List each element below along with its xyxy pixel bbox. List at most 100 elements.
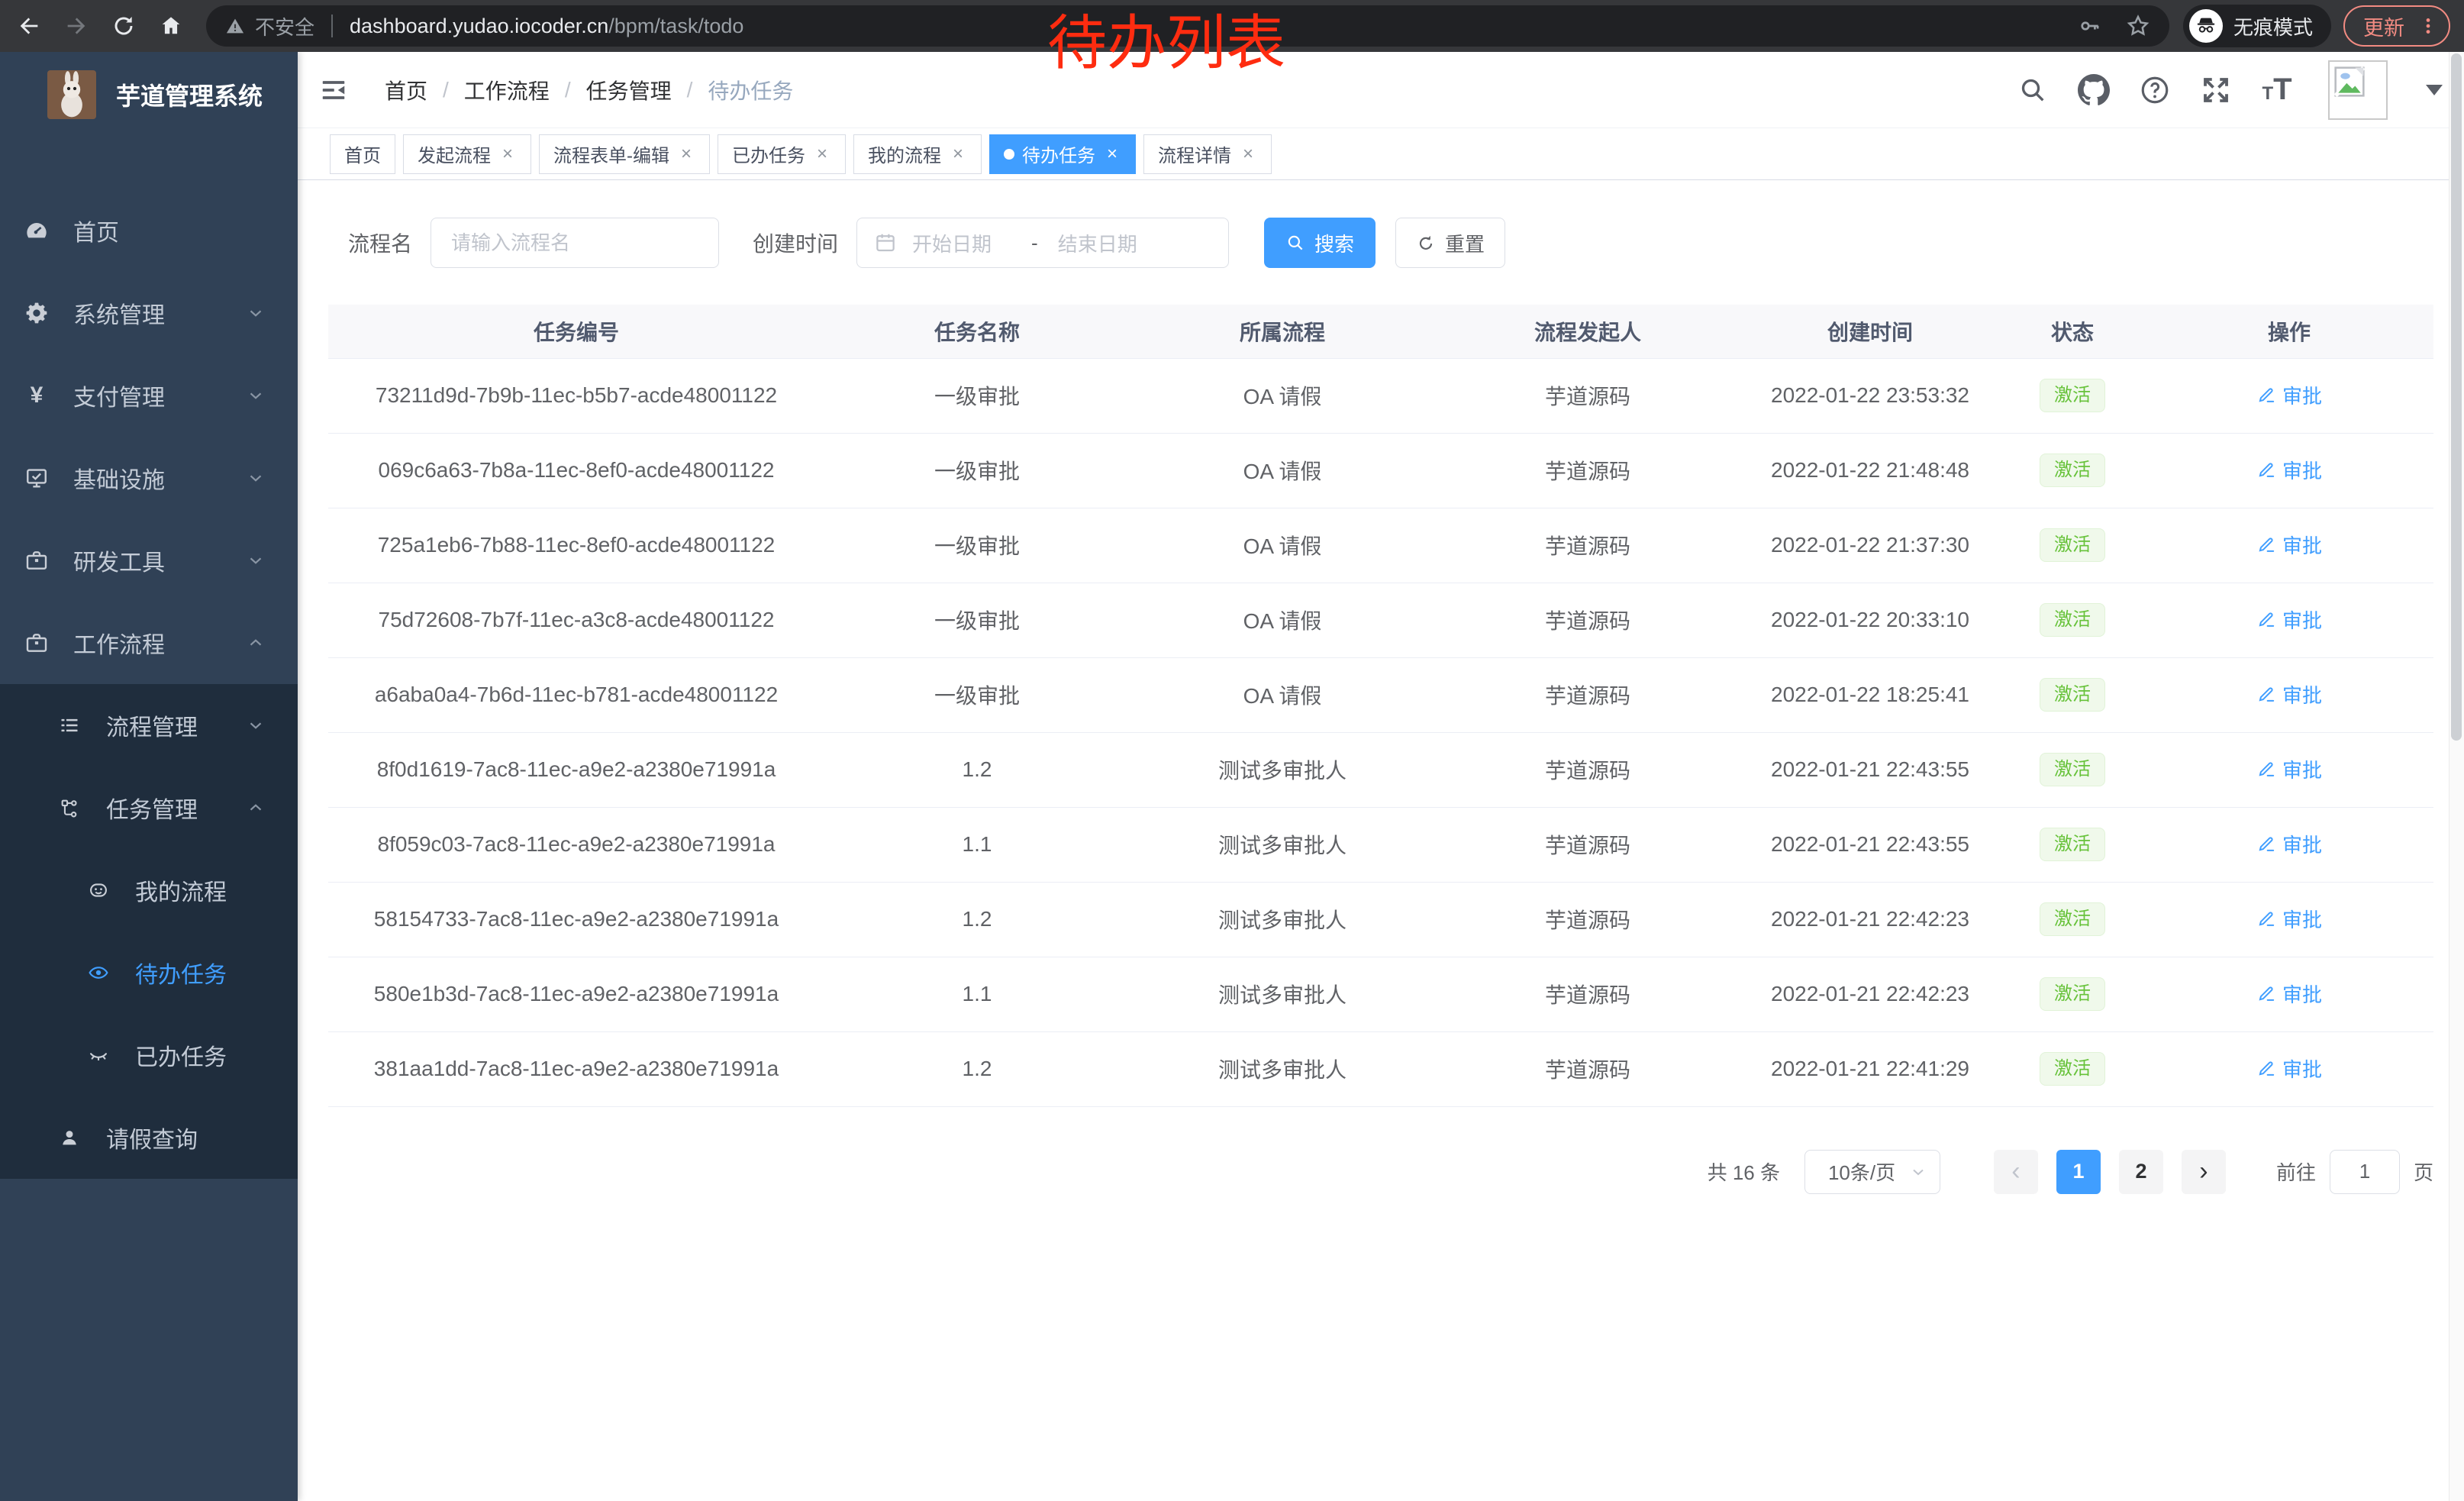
cell-create-time: 2022-01-21 22:42:23 — [1740, 882, 2000, 957]
reload-button[interactable] — [105, 8, 142, 44]
approve-link[interactable]: 审批 — [2256, 830, 2322, 858]
approve-link[interactable]: 审批 — [2256, 381, 2322, 409]
close-icon[interactable]: × — [498, 145, 517, 163]
close-icon[interactable]: × — [949, 145, 967, 163]
key-icon[interactable] — [2078, 14, 2102, 38]
search-button-label: 搜索 — [1314, 229, 1354, 257]
tab[interactable]: 流程详情 × — [1143, 134, 1272, 174]
sidebar-item-my-process[interactable]: 我的流程 — [0, 849, 298, 931]
cell-task-id: 8f059c03-7ac8-11ec-a9e2-a2380e71991a — [328, 807, 824, 882]
edit-pencil-icon — [2256, 759, 2276, 779]
close-icon[interactable]: × — [813, 145, 831, 163]
incognito-badge: 无痕模式 — [2183, 5, 2331, 47]
approve-link[interactable]: 审批 — [2256, 680, 2322, 709]
sidebar-item-home[interactable]: 首页 — [0, 189, 298, 272]
scrollbar-thumb[interactable] — [2451, 53, 2462, 741]
table-row: 8f059c03-7ac8-11ec-a9e2-a2380e71991a 1.1… — [328, 807, 2433, 882]
cell-task-id: 725a1eb6-7b88-11ec-8ef0-acde48001122 — [328, 508, 824, 583]
page-number-button[interactable]: 1 — [2056, 1150, 2101, 1194]
forward-button[interactable] — [58, 8, 95, 44]
breadcrumb-item[interactable]: 工作流程 — [464, 75, 550, 105]
face-icon — [86, 878, 111, 902]
tab[interactable]: 流程表单-编辑 × — [539, 134, 710, 174]
sidebar-item-leave-query[interactable]: 请假查询 — [0, 1096, 298, 1179]
approve-link[interactable]: 审批 — [2256, 531, 2322, 559]
sidebar-item-todo-tasks[interactable]: 待办任务 — [0, 931, 298, 1014]
sidebar-item-system[interactable]: 系统管理 — [0, 272, 298, 354]
reset-button[interactable]: 重置 — [1395, 218, 1505, 268]
tab[interactable]: 发起流程 × — [403, 134, 531, 174]
bookmark-star-icon[interactable] — [2125, 13, 2151, 39]
browser-menu-icon[interactable] — [2418, 16, 2438, 36]
tab[interactable]: 已办任务 × — [718, 134, 846, 174]
app-logo-row[interactable]: 芋道管理系统 — [0, 52, 298, 137]
sidebar-item-label: 流程管理 — [106, 709, 198, 742]
approve-label: 审批 — [2282, 531, 2322, 559]
approve-link[interactable]: 审批 — [2256, 980, 2322, 1008]
tab[interactable]: 待办任务 × — [989, 134, 1136, 174]
broken-image-icon — [2333, 65, 2366, 98]
start-date-placeholder[interactable]: 开始日期 — [912, 229, 1027, 257]
edit-pencil-icon — [2256, 834, 2276, 854]
end-date-placeholder[interactable]: 结束日期 — [1058, 229, 1172, 257]
home-button[interactable] — [153, 8, 189, 44]
search-icon[interactable] — [2015, 73, 2050, 108]
sidebar-item-process-management[interactable]: 流程管理 — [0, 684, 298, 767]
sidebar-item-workflow[interactable]: 工作流程 — [0, 602, 298, 684]
security-chip[interactable]: 不安全 — [224, 12, 314, 40]
breadcrumb-item[interactable]: 首页 — [385, 75, 427, 105]
fullscreen-icon[interactable] — [2198, 73, 2233, 108]
sidebar-item-payment[interactable]: ¥ 支付管理 — [0, 354, 298, 437]
approve-link[interactable]: 审批 — [2256, 605, 2322, 634]
table-row: 580e1b3d-7ac8-11ec-a9e2-a2380e71991a 1.1… — [328, 957, 2433, 1031]
tab[interactable]: 我的流程 × — [853, 134, 982, 174]
chevron-down-icon — [1909, 1163, 1927, 1181]
close-icon[interactable]: × — [1103, 145, 1121, 163]
sidebar-menu: 首页 系统管理 ¥ 支付管理 基础设施 — [0, 189, 298, 1179]
update-button[interactable]: 更新 — [2343, 5, 2450, 47]
date-range-picker[interactable]: 开始日期 - 结束日期 — [856, 218, 1229, 268]
reload-icon — [111, 14, 136, 38]
goto-page-input[interactable] — [2330, 1150, 2400, 1194]
next-page-button[interactable]: › — [2182, 1150, 2226, 1194]
sidebar-item-infrastructure[interactable]: 基础设施 — [0, 437, 298, 519]
status-badge: 激活 — [2040, 528, 2105, 562]
font-size-icon[interactable]: TT — [2259, 73, 2295, 108]
cell-create-time: 2022-01-22 20:33:10 — [1740, 583, 2000, 657]
page-size-select[interactable]: 10条/页 — [1804, 1150, 1940, 1194]
table-row: 8f0d1619-7ac8-11ec-a9e2-a2380e71991a 1.2… — [328, 732, 2433, 807]
close-icon[interactable]: × — [677, 145, 695, 163]
prev-page-button[interactable]: ‹ — [1994, 1150, 2038, 1194]
sidebar-item-done-tasks[interactable]: 已办任务 — [0, 1014, 298, 1096]
avatar[interactable] — [2328, 60, 2388, 120]
tab[interactable]: 首页 — [330, 134, 395, 174]
back-button[interactable] — [11, 8, 47, 44]
help-icon[interactable] — [2137, 73, 2172, 108]
approve-link[interactable]: 审批 — [2256, 905, 2322, 933]
process-name-input[interactable] — [431, 218, 719, 268]
github-icon[interactable] — [2076, 73, 2111, 108]
search-button[interactable]: 搜索 — [1264, 218, 1376, 268]
column-header: 创建时间 — [1740, 305, 2000, 358]
breadcrumb-item[interactable]: 任务管理 — [586, 75, 672, 105]
approve-link[interactable]: 审批 — [2256, 456, 2322, 484]
chevron-up-icon — [246, 798, 266, 818]
approve-link[interactable]: 审批 — [2256, 755, 2322, 783]
approve-link[interactable]: 审批 — [2256, 1054, 2322, 1083]
breadcrumb-separator: / — [565, 78, 571, 102]
page-number-button[interactable]: 2 — [2119, 1150, 2163, 1194]
range-separator: - — [1031, 231, 1038, 255]
tab-label: 流程表单-编辑 — [553, 140, 669, 167]
status-badge: 激活 — [2040, 753, 2105, 786]
avatar-dropdown-caret[interactable] — [2426, 85, 2443, 95]
sidebar-item-devtools[interactable]: 研发工具 — [0, 519, 298, 602]
cell-starter: 芋道源码 — [1435, 358, 1740, 433]
sidebar-item-task-management[interactable]: 任务管理 — [0, 767, 298, 849]
approve-label: 审批 — [2282, 456, 2322, 484]
cell-starter: 芋道源码 — [1435, 957, 1740, 1031]
sidebar-item-label: 系统管理 — [73, 296, 165, 330]
sidebar-collapse-button[interactable] — [319, 75, 350, 105]
status-badge: 激活 — [2040, 454, 2105, 487]
status-badge: 激活 — [2040, 1052, 2105, 1086]
close-icon[interactable]: × — [1239, 145, 1257, 163]
